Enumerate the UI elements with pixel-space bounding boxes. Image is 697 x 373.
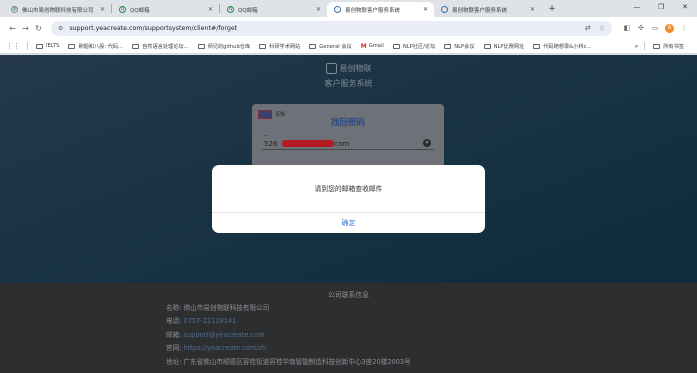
tab-label: 易创物联客户服务系统 <box>345 7 401 14</box>
apps-grid-icon[interactable]: ⋮⋮ <box>6 42 20 50</box>
folder-icon <box>197 43 205 49</box>
chevron-right-icon[interactable]: » <box>635 43 639 50</box>
bookmark-folder[interactable]: 自然语言处理论坛... <box>132 43 189 50</box>
all-bookmarks[interactable]: 所有书签 <box>653 43 684 50</box>
bookmark-star-icon[interactable]: ☆ <box>599 24 605 32</box>
dialog-message: 请到您的邮箱查收邮件 <box>314 185 383 193</box>
bookmark-gmail[interactable]: M Gmail <box>361 43 384 50</box>
puzzle-icon[interactable]: ✣ <box>634 24 648 32</box>
bookmark-label: IELTS <box>46 43 60 49</box>
close-icon[interactable]: ✕ <box>316 6 321 13</box>
bookmark-label: 自然语言处理论坛... <box>142 43 189 50</box>
close-window-button[interactable]: ✕ <box>673 0 697 14</box>
bookmark-label: General 会议 <box>319 43 352 50</box>
alert-dialog: 请到您的邮箱查收邮件 确定 <box>212 165 485 233</box>
address-bar[interactable]: ⚙ support.yeacreate.com/supportsystem/cl… <box>51 20 612 36</box>
bookmark-label: Gmail <box>368 43 384 49</box>
folder-icon <box>444 43 452 49</box>
sidebar-icon[interactable]: ▭ <box>648 24 662 32</box>
window-controls: — ❐ ✕ <box>625 0 697 14</box>
bookmark-label: 科研学术网站 <box>269 43 301 50</box>
bookmark-divider <box>644 42 646 50</box>
profile-avatar-icon[interactable]: A <box>665 23 674 33</box>
close-icon[interactable]: ✕ <box>530 6 535 13</box>
bookmark-folder[interactable]: IELTS <box>36 43 59 49</box>
tab-label: 易创物联客户服务系统 <box>452 7 508 14</box>
folder-icon <box>483 43 491 49</box>
bookmarks-overflow: » 所有书签 <box>630 42 693 50</box>
folder-icon <box>36 43 43 49</box>
folder-icon <box>653 43 661 49</box>
tab-label: QQ邮箱 <box>130 7 150 14</box>
bookmark-folder[interactable]: NLP会议 <box>444 43 475 50</box>
url-text[interactable]: support.yeacreate.com/supportsystem/clie… <box>69 25 576 32</box>
bookmark-divider <box>27 42 28 50</box>
close-icon[interactable]: ✕ <box>100 6 105 13</box>
menu-kebab-icon[interactable]: ⋮ <box>677 24 691 32</box>
bookmark-folder[interactable]: 师兄的github仓库 <box>197 43 251 50</box>
qq-mail-icon: q <box>119 6 126 13</box>
new-tab-button[interactable]: + <box>545 2 559 17</box>
bookmark-folder[interactable]: 科研学术网站 <box>259 43 300 50</box>
folder-icon <box>132 43 140 49</box>
translate-icon[interactable]: ⇄ <box>585 24 591 32</box>
tab-1[interactable]: ◍ 佛山市易创物联科技有限公司 ✕ <box>4 2 111 17</box>
globe-icon: ◍ <box>11 6 18 13</box>
folder-icon <box>68 43 76 49</box>
bookmark-label: NLP会议 <box>454 43 475 50</box>
confirm-button[interactable]: 确定 <box>212 213 485 233</box>
bookmark-label: 师兄的github仓库 <box>207 43 251 50</box>
extension-icon[interactable]: ◧ <box>620 24 634 32</box>
site-icon <box>441 6 448 13</box>
bookmark-label: 刷题和八股: 代码... <box>78 43 124 50</box>
tab-strip: ◍ 佛山市易创物联科技有限公司 ✕ q QQ邮箱 ✕ q QQ邮箱 ✕ 易创物联… <box>0 0 697 17</box>
forward-icon[interactable]: → <box>19 24 32 33</box>
folder-icon <box>309 43 317 49</box>
gmail-icon: M <box>360 42 367 50</box>
tab-label: 佛山市易创物联科技有限公司 <box>22 7 94 14</box>
folder-icon <box>259 43 267 49</box>
tab-label: QQ邮箱 <box>238 7 258 14</box>
site-info-icon[interactable]: ⚙ <box>58 25 63 32</box>
tab-4-active[interactable]: 易创物联客户服务系统 ✕ <box>327 2 434 17</box>
browser-toolbar: ← → ↻ ⚙ support.yeacreate.com/supportsys… <box>0 17 697 39</box>
bookmark-folder[interactable]: NLP社区/论坛 <box>392 43 436 50</box>
bookmark-label: NLP社区/论坛 <box>402 43 436 50</box>
bookmark-label: NLP比赛网址 <box>493 43 525 50</box>
bookmark-folder[interactable]: 刷题和八股: 代码... <box>68 43 123 50</box>
bookmarks-bar: ⋮⋮ IELTS 刷题和八股: 代码... 自然语言处理论坛... 师兄的git… <box>0 39 697 54</box>
reload-icon[interactable]: ↻ <box>32 24 45 33</box>
tab-5[interactable]: 易创物联客户服务系统 ✕ <box>434 2 541 17</box>
qq-mail-icon: q <box>227 6 234 13</box>
folder-icon <box>533 43 541 49</box>
folder-icon <box>392 43 400 49</box>
bookmark-folder[interactable]: 代码随想录&小林c... <box>533 43 591 50</box>
site-icon <box>334 6 341 13</box>
tab-3[interactable]: q QQ邮箱 ✕ <box>220 2 327 17</box>
close-icon[interactable]: ✕ <box>423 6 428 13</box>
tab-2[interactable]: q QQ邮箱 ✕ <box>112 2 219 17</box>
back-icon[interactable]: ← <box>6 24 19 33</box>
restore-button[interactable]: ❐ <box>649 0 673 14</box>
bookmark-label: 所有书签 <box>663 43 684 50</box>
minimize-button[interactable]: — <box>625 0 649 14</box>
bookmark-folder[interactable]: General 会议 <box>309 43 352 50</box>
page-viewport: 易创物联 客户服务系统 EN 找回密码 — 526 .com ✕ 公司联系信息 … <box>0 55 697 373</box>
bookmark-folder[interactable]: NLP比赛网址 <box>483 43 525 50</box>
bookmark-label: 代码随想录&小林c... <box>543 43 592 50</box>
close-icon[interactable]: ✕ <box>208 6 213 13</box>
